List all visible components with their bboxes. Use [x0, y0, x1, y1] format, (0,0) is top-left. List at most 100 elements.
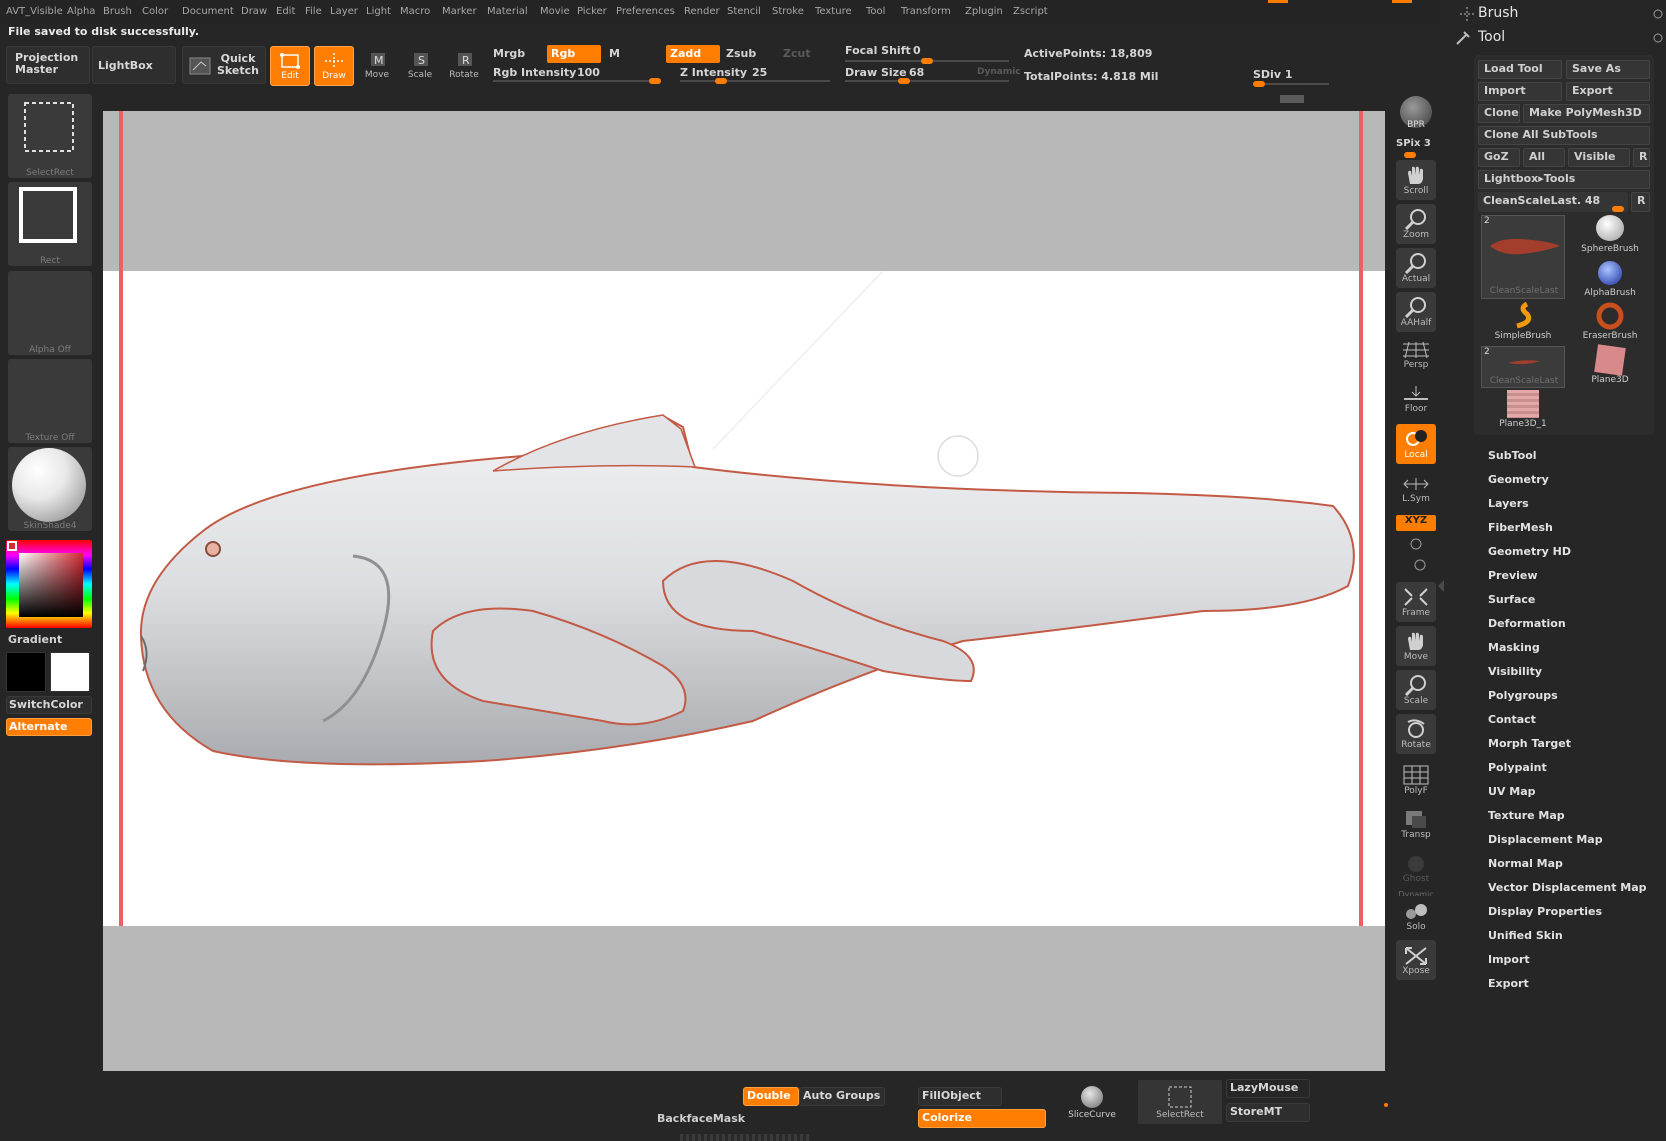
scale-view-button[interactable]: Scale	[1396, 670, 1436, 710]
zsub-toggle[interactable]: Zsub	[726, 47, 756, 60]
menu-file[interactable]: File	[305, 6, 322, 17]
draw-button[interactable]: Draw	[314, 46, 354, 86]
refresh-icon[interactable]	[1652, 32, 1664, 44]
menu-alpha[interactable]: Alpha	[67, 6, 95, 17]
slider-knob[interactable]	[1253, 81, 1265, 87]
rotate-view-button[interactable]: Rotate	[1396, 714, 1436, 754]
current-tool-r-button[interactable]: R	[1631, 192, 1650, 212]
floor-button[interactable]: Floor	[1396, 380, 1436, 420]
refresh-icon[interactable]	[1652, 8, 1664, 20]
rect-tile[interactable]: Rect	[8, 182, 92, 266]
secondary-color-swatch[interactable]	[50, 652, 90, 692]
section-fibermesh[interactable]: FiberMesh	[1488, 521, 1553, 534]
slider-knob[interactable]	[715, 78, 727, 84]
goz-r-button[interactable]: R	[1633, 148, 1650, 167]
mrgb-toggle[interactable]: Mrgb	[493, 47, 525, 60]
menu-marker[interactable]: Marker	[442, 6, 477, 17]
bottom-scroll-strip[interactable]	[680, 1134, 810, 1141]
persp-button[interactable]: Persp	[1396, 336, 1436, 376]
menu-movie[interactable]: Movie	[540, 6, 570, 17]
menu-draw[interactable]: Draw	[241, 6, 267, 17]
section-deformation[interactable]: Deformation	[1488, 617, 1566, 630]
ghost-button[interactable]: Ghost	[1396, 848, 1436, 888]
brush-palette-title[interactable]: Brush	[1478, 5, 1518, 21]
slider-knob[interactable]	[649, 78, 661, 84]
sdiv-slider[interactable]: SDiv 1	[1253, 68, 1333, 88]
color-picker[interactable]	[6, 540, 92, 628]
goz-all-button[interactable]: All	[1523, 148, 1565, 167]
move-button[interactable]: M Move	[357, 46, 397, 86]
fill-object-button[interactable]: FillObject	[918, 1087, 1002, 1106]
section-subtool[interactable]: SubTool	[1488, 449, 1537, 462]
xyz-button[interactable]: XYZ	[1396, 515, 1436, 531]
tool-palette-title[interactable]: Tool	[1478, 29, 1505, 45]
menu-picker[interactable]: Picker	[577, 6, 607, 17]
scroll-button[interactable]: Scroll	[1396, 160, 1436, 200]
export-button[interactable]: Export	[1566, 82, 1650, 101]
menu-texture[interactable]: Texture	[815, 6, 852, 17]
shelf-collapse-arrow[interactable]	[1438, 580, 1444, 592]
texture-tile[interactable]: Texture Off	[8, 359, 92, 443]
slider-knob[interactable]	[898, 78, 910, 84]
polyf-button[interactable]: PolyF	[1396, 760, 1436, 800]
material-tile[interactable]: SkinShade4	[8, 447, 92, 531]
menu-layer[interactable]: Layer	[330, 6, 358, 17]
section-normal-map[interactable]: Normal Map	[1488, 857, 1563, 870]
switch-color-button[interactable]: SwitchColor	[6, 696, 92, 714]
gradient-label[interactable]: Gradient	[8, 633, 62, 646]
rgb-toggle[interactable]: Rgb	[547, 45, 601, 63]
section-masking[interactable]: Masking	[1488, 641, 1540, 654]
menu-material[interactable]: Material	[487, 6, 528, 17]
menu-light[interactable]: Light	[366, 6, 391, 17]
primary-color-swatch[interactable]	[6, 652, 46, 692]
section-texture-map[interactable]: Texture Map	[1488, 809, 1565, 822]
section-geometry-hd[interactable]: Geometry HD	[1488, 545, 1571, 558]
section-surface[interactable]: Surface	[1488, 593, 1535, 606]
lsym-button[interactable]: L.Sym	[1396, 470, 1436, 510]
store-mt-button[interactable]: StoreMT	[1226, 1103, 1310, 1122]
section-uv-map[interactable]: UV Map	[1488, 785, 1536, 798]
menu-color[interactable]: Color	[142, 6, 168, 17]
tool-thumb-alphabrush[interactable]: AlphaBrush	[1568, 259, 1652, 301]
edit-button[interactable]: Edit	[270, 46, 310, 86]
section-preview[interactable]: Preview	[1488, 569, 1538, 582]
goz-visible-button[interactable]: Visible	[1568, 148, 1630, 167]
section-visibility[interactable]: Visibility	[1488, 665, 1542, 678]
lazy-mouse-button[interactable]: LazyMouse	[1226, 1079, 1310, 1098]
spix-slider-knob[interactable]	[1404, 152, 1416, 158]
select-rect-tile[interactable]: SelectRect	[8, 94, 92, 178]
menu-zplugin[interactable]: Zplugin	[965, 6, 1003, 17]
xpose-button[interactable]: Xpose	[1396, 940, 1436, 980]
transp-button[interactable]: Transp	[1396, 804, 1436, 844]
import-button[interactable]: Import	[1478, 82, 1562, 101]
z-intensity-slider[interactable]: Z Intensity 25	[680, 64, 850, 84]
menu-tool[interactable]: Tool	[866, 6, 885, 17]
auto-groups-button[interactable]: Auto Groups	[799, 1087, 885, 1106]
fish-model[interactable]	[103, 111, 1385, 1071]
section-geometry[interactable]: Geometry	[1488, 473, 1549, 486]
menu-brush[interactable]: Brush	[103, 6, 132, 17]
tool-thumb-cleanscalelast-2[interactable]: 2 CleanScaleLast	[1481, 346, 1565, 388]
select-rect-bottom-button[interactable]: SelectRect	[1138, 1080, 1222, 1124]
slice-curve-button[interactable]: SliceCurve	[1062, 1080, 1122, 1130]
section-export[interactable]: Export	[1488, 977, 1529, 990]
rgb-intensity-slider[interactable]: Rgb Intensity 100	[493, 64, 663, 84]
section-contact[interactable]: Contact	[1488, 713, 1536, 726]
menu-stencil[interactable]: Stencil	[727, 6, 761, 17]
zcut-toggle[interactable]: Zcut	[783, 47, 811, 60]
color-picker-square[interactable]	[19, 553, 83, 617]
tool-thumb-plane3d[interactable]: Plane3D	[1568, 344, 1652, 388]
alternate-button[interactable]: Alternate	[6, 718, 92, 736]
actual-button[interactable]: Actual	[1396, 248, 1436, 288]
rotate-axis-icon[interactable]	[1406, 535, 1426, 575]
lightbox-tools-button[interactable]: Lightbox▸Tools	[1478, 170, 1650, 189]
menu-preferences[interactable]: Preferences	[616, 6, 675, 17]
alpha-tile[interactable]: Alpha Off	[8, 271, 92, 355]
section-layers[interactable]: Layers	[1488, 497, 1529, 510]
menu-edit[interactable]: Edit	[276, 6, 295, 17]
quick-sketch-button[interactable]: Quick Sketch	[182, 46, 266, 84]
zoom-button[interactable]: Zoom	[1396, 204, 1436, 244]
clone-button[interactable]: Clone	[1478, 104, 1520, 123]
save-as-button[interactable]: Save As	[1566, 60, 1650, 79]
section-vector-displacement-map[interactable]: Vector Displacement Map	[1488, 881, 1647, 894]
